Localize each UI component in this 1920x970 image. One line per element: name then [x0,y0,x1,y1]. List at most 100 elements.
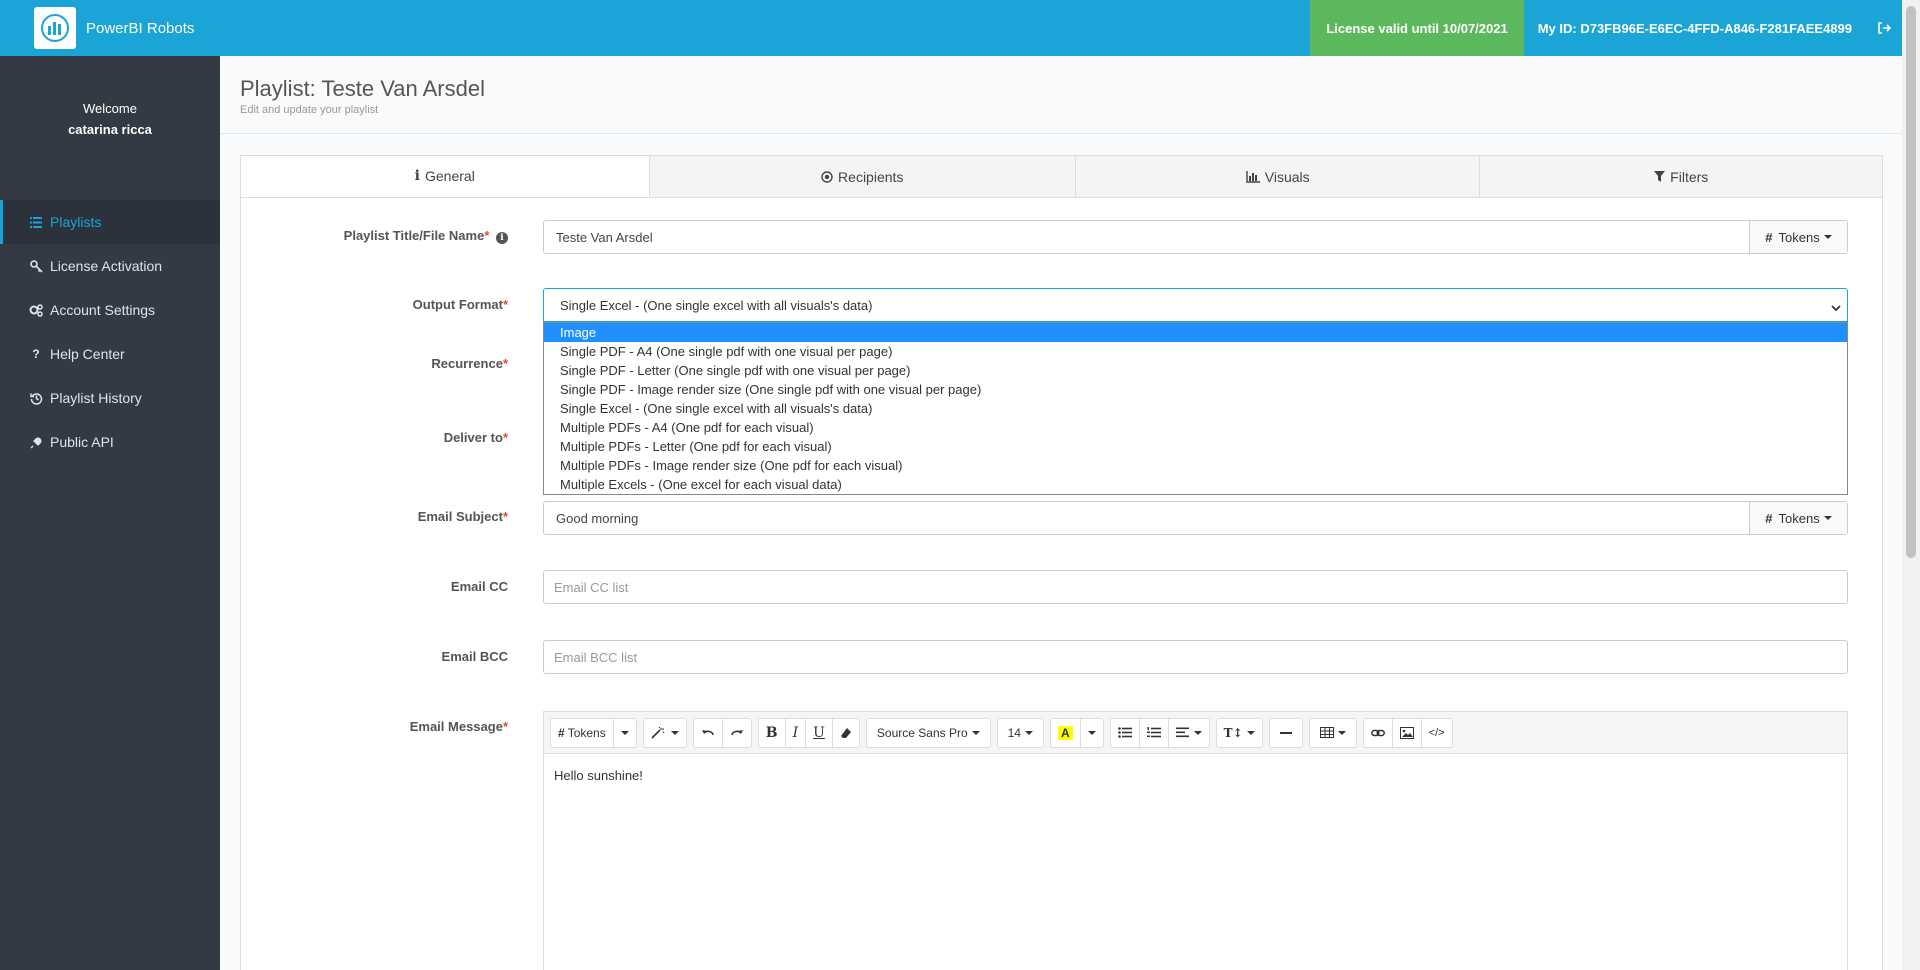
page-header: Playlist: Teste Van Arsdel Edit and upda… [220,56,1902,134]
cc-row: Email CC Email CC list [241,570,1884,604]
bcc-row: Email BCC Email BCC list [241,640,1884,674]
tokens-label: Tokens [567,725,606,740]
dropdown-option[interactable]: Multiple PDFs - Letter (One pdf for each… [544,437,1847,456]
bold-icon[interactable]: B [759,718,786,747]
code-view-icon[interactable]: </> [1422,719,1452,747]
dropdown-option[interactable]: Single Excel - (One single excel with al… [544,399,1847,418]
sidebar-item-account-settings[interactable]: Account Settings [0,288,220,332]
subject-input[interactable]: Good morning # Tokens [543,501,1848,535]
deliver-label-text: Deliver to [443,430,503,445]
link-icon[interactable] [1364,718,1393,747]
welcome-block: Welcome catarina ricca [0,56,220,200]
font-name-value: Source Sans Pro [876,725,968,740]
italic-icon[interactable]: I [786,718,807,747]
tab-bar: i General Recipients Visuals Filters [241,156,1882,198]
editor-tokens-button[interactable]: # Tokens [551,718,614,747]
tokens-group: # Tokens [550,717,637,748]
app-name: PowerBI Robots [86,19,195,37]
email-cc-input[interactable]: Email CC list [543,570,1848,604]
tab-general[interactable]: i General [241,156,650,197]
scrollbar-thumb[interactable] [1906,6,1916,558]
output-label: Output Format* [412,297,508,312]
key-icon [28,259,44,273]
font-size-group: 14 [996,717,1044,748]
sidebar-item-playlist-history[interactable]: Playlist History [0,376,220,420]
format-group: B I U [757,717,860,748]
tab-filters[interactable]: Filters [1480,156,1882,197]
sidebar: Welcome catarina ricca Playlists License… [0,56,220,970]
email-bcc-placeholder: Email BCC list [554,649,638,665]
message-row: Email Message* # Tokens B I U Source San… [241,711,1884,970]
output-format-dropdown-list: Image Single PDF - A4 (One single pdf wi… [543,322,1848,495]
sidebar-item-license-activation[interactable]: License Activation [0,244,220,288]
table-group [1308,717,1357,748]
title-label-text: Playlist Title/File Name [343,228,485,243]
page-subtitle: Edit and update your playlist [240,104,379,116]
title-input-value: Teste Van Arsdel [556,229,653,245]
filter-icon [1654,170,1666,183]
font-name-group: Source Sans Pro [865,717,991,748]
page-title: Playlist: Teste Van Arsdel [240,76,485,101]
tab-label: Visuals [1264,168,1310,185]
undo-icon[interactable] [694,718,723,747]
unordered-list-icon[interactable] [1111,718,1140,747]
email-message-editor[interactable]: # Tokens B I U Source Sans Pro 14 A T↕ <… [543,711,1848,970]
email-cc-placeholder: Email CC list [554,579,629,595]
font-name-dropdown[interactable]: Source Sans Pro [867,719,990,747]
sidebar-item-label: License Activation [50,258,163,274]
dot-circle-icon [821,170,833,183]
underline-icon[interactable]: U [806,718,833,747]
color-group: A [1049,717,1104,748]
font-color-icon[interactable]: A [1051,718,1081,747]
sidebar-item-label: Help Center [50,346,125,362]
title-input[interactable]: Teste Van Arsdel # Tokens [543,220,1848,254]
tab-visuals[interactable]: Visuals [1076,156,1481,197]
output-format-select[interactable]: Single Excel - (One single excel with al… [543,288,1848,322]
brand[interactable]: PowerBI Robots [0,0,220,56]
text-height-icon[interactable]: T↕ [1217,719,1262,747]
logout-icon[interactable] [1866,0,1902,56]
ordered-list-icon[interactable] [1140,718,1169,747]
email-message-body[interactable]: Hello sunshine! [544,754,1847,797]
hash-icon: # [558,725,565,740]
history-icon [28,392,44,405]
hash-icon: # [1765,510,1773,526]
subject-row: Email Subject* Good morning # Tokens [241,501,1884,535]
dropdown-option[interactable]: Multiple PDFs - Image render size (One p… [544,456,1847,475]
dropdown-option[interactable]: Image [544,323,1847,342]
history-group [692,717,752,748]
horizontal-rule-icon[interactable] [1270,719,1302,747]
magic-wand-icon[interactable] [644,719,686,747]
sidebar-item-public-api[interactable]: Public API [0,420,220,464]
chevron-down-icon [1831,300,1841,315]
user-name: catarina ricca [68,122,152,137]
top-header: PowerBI Robots License valid until 10/07… [0,0,1902,56]
subject-tokens-button[interactable]: # Tokens [1749,502,1847,534]
tab-recipients[interactable]: Recipients [650,156,1076,197]
welcome-text: Welcome [83,101,137,116]
bar-chart-icon [1246,170,1260,183]
output-row: Output Format* Single Excel - (One singl… [241,288,1884,322]
message-label-text: Email Message [409,719,503,734]
color-caret-button[interactable] [1081,719,1103,747]
dropdown-option[interactable]: Multiple Excels - (One excel for each vi… [544,475,1847,494]
dropdown-option[interactable]: Single PDF - Image render size (One sing… [544,380,1847,399]
tokens-caret-button[interactable] [614,719,636,747]
eraser-icon[interactable] [833,719,859,747]
vertical-scrollbar[interactable] [1902,0,1920,970]
sidebar-item-label: Account Settings [50,302,156,318]
align-left-icon[interactable] [1169,719,1209,747]
image-icon[interactable] [1393,718,1422,747]
email-bcc-input[interactable]: Email BCC list [543,640,1848,674]
redo-icon[interactable] [723,719,751,747]
dropdown-option[interactable]: Multiple PDFs - A4 (One pdf for each vis… [544,418,1847,437]
font-size-dropdown[interactable]: 14 [998,719,1043,747]
license-badge: License valid until 10/07/2021 [1310,0,1524,56]
sidebar-item-help-center[interactable]: ? Help Center [0,332,220,376]
table-icon[interactable] [1310,719,1356,747]
sidebar-item-playlists[interactable]: Playlists [0,200,220,244]
dropdown-option[interactable]: Single PDF - A4 (One single pdf with one… [544,342,1847,361]
dropdown-option[interactable]: Single PDF - Letter (One single pdf with… [544,361,1847,380]
title-tokens-button[interactable]: # Tokens [1749,221,1847,253]
info-circle-icon[interactable]: i [496,232,508,244]
